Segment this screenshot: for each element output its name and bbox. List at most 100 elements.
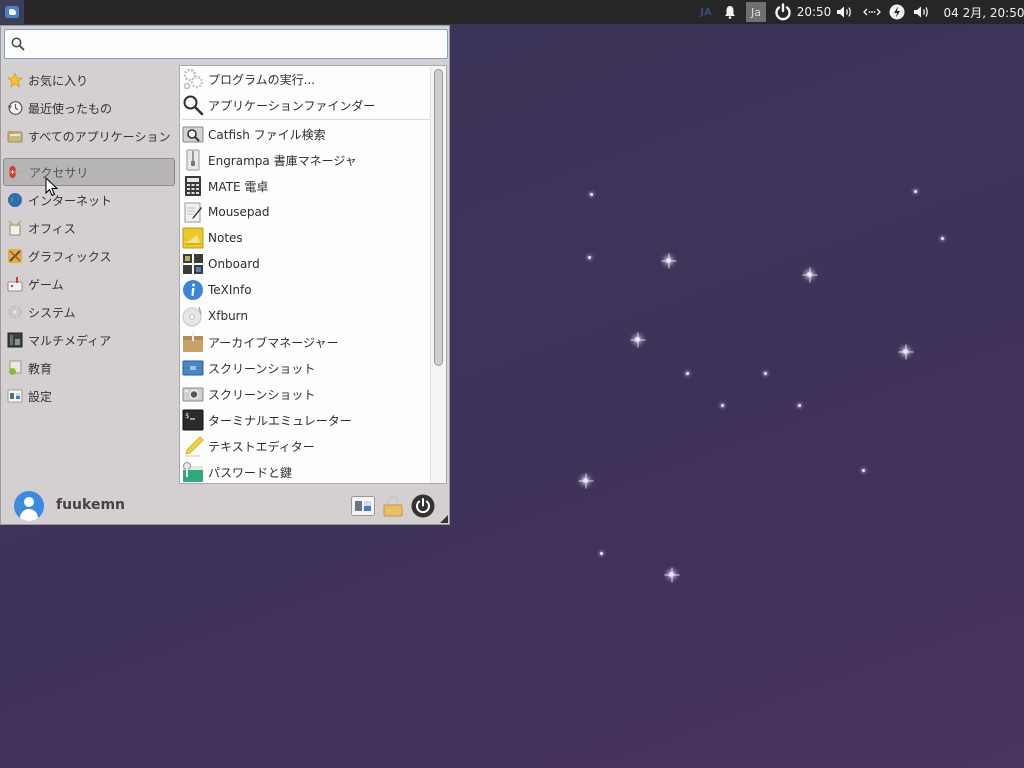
star [686,372,689,375]
app-label: Xfburn [208,309,248,323]
notification-bell-icon[interactable] [718,0,742,24]
category-games[interactable]: ゲーム [3,270,175,298]
settings-manager-button[interactable] [350,493,376,519]
keyboard-layout-indicator[interactable]: JA [694,0,718,24]
top-panel: JA Ja 20:50 04 2月, 20:50 [0,0,1024,24]
volume-icon[interactable] [911,0,933,24]
category-all-applications[interactable]: すべてのアプリケーション [3,122,175,150]
avatar-body [20,509,38,521]
search-field[interactable] [4,29,448,59]
volume-icon[interactable] [835,0,855,24]
category-internet[interactable]: インターネット [3,186,175,214]
lock-screen-button[interactable] [380,493,406,519]
scrollbar-thumb[interactable] [434,69,443,366]
app-label: Engrampa 書庫マネージャ [208,153,357,168]
logout-power-icon [411,494,435,518]
applications-menu-button[interactable] [0,0,24,24]
education-icon [6,359,24,377]
globe-icon [6,191,24,209]
input-method-indicator[interactable]: Ja [746,2,766,22]
app-onboard[interactable]: Onboard [180,251,446,277]
calculator-icon [182,175,204,197]
app-label: スクリーンショット [208,387,316,402]
star [669,572,674,577]
office-icon [6,219,24,237]
action-run-program[interactable]: プログラムの実行... [180,66,446,92]
avatar[interactable] [14,491,44,521]
star [862,469,865,472]
star [721,404,724,407]
app-screenshot-camera[interactable]: スクリーンショット [180,381,446,407]
app-archive-manager[interactable]: アーカイブマネージャー [180,329,446,355]
app-xfburn[interactable]: Xfburn [180,303,446,329]
category-favorites[interactable]: お気に入り [3,66,175,94]
category-multimedia[interactable]: マルチメディア [3,326,175,354]
app-terminal-emulator[interactable]: $ ターミナルエミュレーター [180,407,446,433]
app-catfish[interactable]: Catfish ファイル検索 [180,121,446,147]
star [903,349,908,354]
app-mousepad[interactable]: Mousepad [180,199,446,225]
onboard-keyboard-icon [182,253,204,275]
logout-button[interactable] [410,493,436,519]
star [590,193,593,196]
app-text-editor[interactable]: テキストエディター [180,433,446,459]
power-manager-icon[interactable] [885,0,909,24]
category-recent[interactable]: 最近使ったもの [3,94,175,122]
mouse-cursor-icon [45,177,59,197]
system-tray: JA Ja 20:50 04 2月, 20:50 [694,0,1024,24]
power-icon[interactable] [770,0,796,24]
whisker-menu: お気に入り 最近使ったもの すべてのアプリケーション アクセサリ インターネット… [0,25,450,525]
app-label: TeXInfo [208,283,252,297]
category-label: オフィス [28,221,76,236]
resize-grip[interactable] [440,515,448,523]
app-label: スクリーンショット [208,361,316,376]
archive-zipper-icon [182,149,204,171]
app-label: Mousepad [208,205,270,219]
app-label: ターミナルエミュレーター [208,413,352,428]
category-label: グラフィックス [28,249,112,264]
category-education[interactable]: 教育 [3,354,175,382]
app-passwords-and-keys[interactable]: パスワードと鍵 [180,459,446,483]
app-label: パスワードと鍵 [208,465,293,480]
panel-clock-date[interactable]: 04 2月, 20:50 [943,0,1024,24]
network-icon[interactable] [859,0,885,24]
app-engrampa[interactable]: Engrampa 書庫マネージャ [180,147,446,173]
recent-clock-icon [6,99,24,117]
app-texinfo[interactable]: TeXInfo [180,277,446,303]
run-program-gears-icon [182,68,204,90]
tray-clock[interactable]: 20:50 [796,0,832,24]
star [666,258,671,263]
category-label: 教育 [28,361,53,376]
app-label: Notes [208,231,243,245]
star [764,372,767,375]
app-mate-calculator[interactable]: MATE 電卓 [180,173,446,199]
app-label: アーカイブマネージャー [208,335,339,350]
star [588,256,591,259]
lock-screen-icon [383,495,403,517]
settings-icon [6,387,24,405]
category-label: インターネット [28,193,113,208]
accessories-knife-icon [7,163,25,181]
category-system[interactable]: システム [3,298,175,326]
search-input[interactable] [31,31,447,57]
category-settings[interactable]: 設定 [3,382,175,410]
info-icon [182,279,204,301]
app-label: プログラムの実行... [208,72,316,87]
star-icon [6,71,24,89]
category-office[interactable]: オフィス [3,214,175,242]
app-label: アプリケーションファインダー [208,98,376,113]
application-list: プログラムの実行... アプリケーションファインダー Catfish ファイル検… [179,65,447,484]
app-list-scrollbar[interactable] [430,66,446,483]
action-application-finder[interactable]: アプリケーションファインダー [180,92,446,118]
archive-box-icon [182,331,204,353]
app-screenshot[interactable]: スクリーンショット [180,355,446,381]
menu-footer: fuukemn [1,488,449,524]
category-accessories[interactable]: アクセサリ [3,158,175,186]
svg-text:$: $ [185,412,189,420]
pencil-icon [182,435,204,457]
category-graphics[interactable]: グラフィックス [3,242,175,270]
user-name: fuukemn [56,497,126,513]
xfce-logo-icon [5,6,19,18]
app-notes[interactable]: Notes [180,225,446,251]
text-editor-pen-icon [182,201,204,223]
